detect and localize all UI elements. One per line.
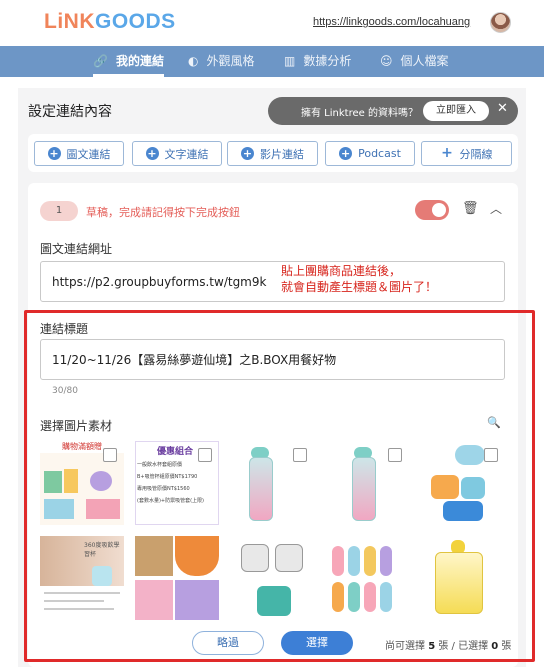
top-bar: LiNKGOODS https://linkgoods.com/locahuan… — [0, 0, 544, 46]
user-icon: ☺ — [380, 54, 393, 68]
profile-url-link[interactable]: https://linkgoods.com/locahuang — [313, 16, 470, 28]
import-now-button[interactable]: 立即匯入 — [423, 101, 489, 121]
button-label: 圖文連結 — [66, 147, 111, 161]
link-icon: 🔗 — [93, 54, 108, 68]
selection-prefix: 尚可選擇 — [385, 641, 425, 652]
tip-annotation: 貼上團購商品連結後， 就會自動產生標題＆圖片了！ — [281, 263, 437, 295]
logo-text-part1: LiNK — [44, 10, 95, 33]
select-button[interactable]: 選擇 — [281, 631, 353, 655]
plus-icon: + — [441, 145, 453, 161]
plus-icon: + — [339, 147, 353, 160]
nav-tab-analytics[interactable]: ▥ 數據分析 — [284, 46, 351, 77]
nav-tab-profile[interactable]: ☺ 個人檔案 — [380, 46, 449, 77]
linkgoods-logo[interactable]: LiNKGOODS — [44, 10, 176, 34]
url-input-value: https://p2.groupbuyforms.tw/tgm9k — [52, 274, 267, 289]
url-field-label: 圖文連結網址 — [40, 242, 113, 256]
button-label: 影片連結 — [260, 147, 304, 161]
avatar[interactable] — [490, 12, 511, 33]
button-label: Podcast — [358, 147, 401, 160]
selection-suffix: 張 — [501, 641, 512, 652]
link-enabled-toggle[interactable] — [415, 200, 449, 220]
nav-tab-label: 數據分析 — [303, 54, 352, 68]
button-label: 分隔線 — [459, 147, 493, 161]
nav-tab-label: 個人檔案 — [400, 54, 449, 68]
add-divider-button[interactable]: + 分隔線 — [421, 141, 512, 166]
plus-icon: + — [47, 147, 61, 160]
nav-tab-label: 我的連結 — [115, 54, 164, 68]
main-nav: 🔗 我的連結 ◐ 外觀風格 ▥ 數據分析 ☺ 個人檔案 — [0, 46, 544, 77]
section-title: 設定連結內容 — [28, 104, 112, 120]
add-link-toolbar: + 圖文連結 + 文字連結 + 影片連結 + Podcast + 分隔線 — [28, 134, 518, 172]
highlight-frame — [24, 310, 535, 662]
nav-tab-appearance[interactable]: ◐ 外觀風格 — [188, 46, 255, 77]
trash-icon[interactable]: 🗑 — [462, 201, 479, 216]
add-video-link-button[interactable]: + 影片連結 — [227, 141, 318, 166]
remaining-count: 5 — [428, 641, 436, 652]
tip-line-2: 就會自動產生標題＆圖片了！ — [281, 280, 438, 294]
bar-chart-icon: ▥ — [284, 54, 296, 68]
plus-icon: + — [241, 147, 254, 160]
linktree-import-banner: 擁有 Linktree 的資料嗎？ 立即匯入 ✕ — [268, 97, 518, 125]
nav-tab-my-links[interactable]: 🔗 我的連結 — [93, 46, 164, 77]
nav-tab-label: 外觀風格 — [206, 54, 255, 68]
close-icon[interactable]: ✕ — [497, 101, 508, 116]
link-order-badge: 1 — [40, 201, 78, 221]
import-banner-text: 擁有 Linktree 的資料嗎？ — [301, 108, 418, 119]
selection-count: 尚可選擇 5 張 / 已選擇 0 張 — [385, 637, 511, 652]
add-image-link-button[interactable]: + 圖文連結 — [34, 141, 124, 166]
add-text-link-button[interactable]: + 文字連結 — [132, 141, 222, 166]
logo-text-part2: GOODS — [95, 10, 176, 33]
button-label: 文字連結 — [164, 147, 209, 161]
tip-line-1: 貼上團購商品連結後， — [281, 264, 402, 278]
skip-button[interactable]: 略過 — [192, 631, 264, 655]
selection-mid: 張 / 已選擇 — [438, 641, 489, 652]
palette-icon: ◐ — [188, 54, 199, 68]
plus-icon: + — [145, 147, 159, 160]
add-podcast-button[interactable]: + Podcast — [325, 141, 415, 166]
selected-count: 0 — [491, 641, 499, 652]
chevron-up-icon[interactable]: ︿ — [490, 200, 502, 217]
draft-status-text: 草稿，完成請記得按下完成按鈕 — [86, 206, 240, 219]
